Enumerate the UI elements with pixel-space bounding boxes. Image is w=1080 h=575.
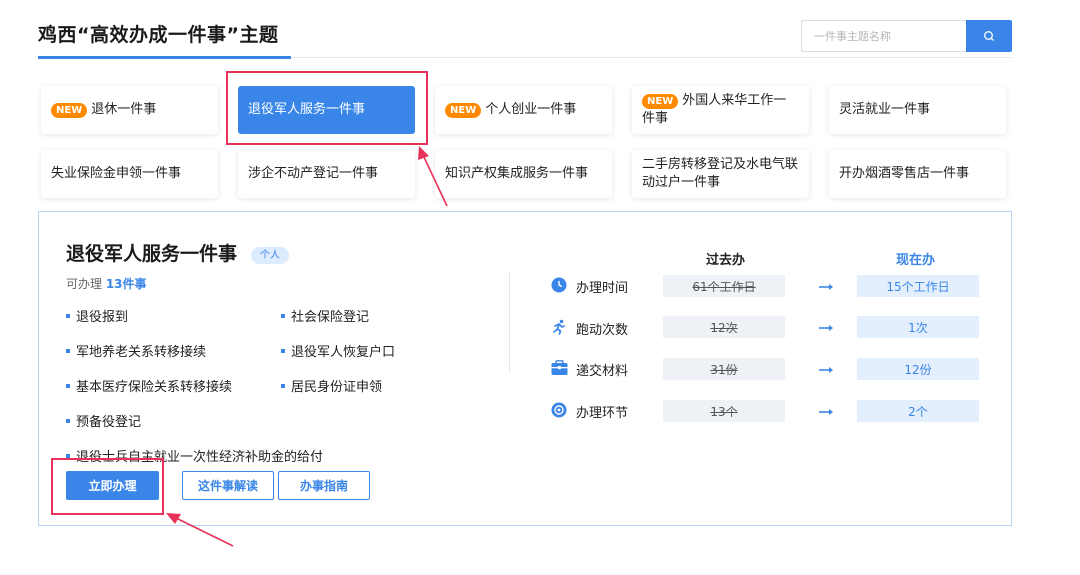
past-value: 61个工作日 xyxy=(663,275,785,297)
now-value: 12份 xyxy=(857,358,979,380)
tile-label: 开办烟酒零售店一件事 xyxy=(839,166,970,181)
title-underline-accent xyxy=(38,56,291,59)
tile-tobacco-shop[interactable]: 开办烟酒零售店一件事 xyxy=(829,150,1006,198)
list-item[interactable]: 退役报到 xyxy=(66,306,128,325)
past-value: 12次 xyxy=(663,316,785,338)
list-item[interactable]: 退役军人恢复户口 xyxy=(281,341,395,360)
compare-label: 跑动次数 xyxy=(576,323,629,338)
bullet-icon xyxy=(281,348,285,353)
detail-title: 退役军人服务一件事 xyxy=(66,243,238,265)
now-value: 2个 xyxy=(857,400,979,422)
item-count: 可办理 13件事 xyxy=(66,277,147,291)
now-header: 现在办 xyxy=(896,253,936,268)
new-badge: NEW xyxy=(445,102,482,118)
arrow-right-icon xyxy=(819,325,833,331)
arrow-right-icon xyxy=(819,284,833,290)
now-value: 1次 xyxy=(857,316,979,338)
steps-icon xyxy=(550,401,568,419)
folder-icon xyxy=(550,359,568,377)
tile-label: 灵活就业一件事 xyxy=(839,102,931,117)
theme-grid: NEW 退休一件事 退役军人服务一件事 NEW 个人创业一件事 NEW 外国人来华工作… xyxy=(41,86,1007,198)
tile-entrepreneurship[interactable]: NEW 个人创业一件事 xyxy=(435,86,612,134)
column-divider xyxy=(509,272,510,372)
search-input[interactable] xyxy=(801,20,966,52)
search-box xyxy=(801,20,1012,52)
page-title: 鸡西“高效办成一件事”主题 xyxy=(38,24,279,46)
arrow-right-icon xyxy=(819,367,833,373)
now-value: 15个工作日 xyxy=(857,275,979,297)
past-value: 13个 xyxy=(663,400,785,422)
bullet-icon xyxy=(66,313,70,318)
new-badge: NEW xyxy=(642,94,679,109)
compare-label: 办理时间 xyxy=(576,281,629,296)
bullet-icon xyxy=(66,418,70,423)
tile-label: 个人创业一件事 xyxy=(485,102,577,117)
tile-unemployment-insurance[interactable]: 失业保险金申领一件事 xyxy=(41,150,218,198)
tile-house-transfer[interactable]: 二手房转移登记及水电气联动过户一件事 xyxy=(632,150,809,198)
tile-label: NEW 外国人来华工作一件事 xyxy=(642,93,787,126)
list-item[interactable]: 居民身份证申领 xyxy=(281,376,382,395)
tile-label: 二手房转移登记及水电气联动过户一件事 xyxy=(642,157,799,190)
tile-label: 知识产权集成服务一件事 xyxy=(445,166,589,181)
compare-label: 办理环节 xyxy=(576,406,629,421)
search-button[interactable] xyxy=(966,20,1012,52)
tile-retirement[interactable]: NEW 退休一件事 xyxy=(41,86,218,134)
guide-button[interactable]: 办事指南 xyxy=(278,471,370,500)
bullet-icon xyxy=(66,453,70,458)
search-icon xyxy=(984,31,994,41)
tile-label: 退休一件事 xyxy=(91,102,157,117)
tile-foreign-work[interactable]: NEW 外国人来华工作一件事 xyxy=(632,86,809,134)
compare-label: 递交材料 xyxy=(576,364,629,379)
tile-ip-service[interactable]: 知识产权集成服务一件事 xyxy=(435,150,612,198)
list-item[interactable]: 军地养老关系转移接续 xyxy=(66,341,206,360)
highlight-box-apply-button xyxy=(51,458,164,515)
new-badge: NEW xyxy=(51,102,88,118)
past-value: 31份 xyxy=(663,358,785,380)
list-item[interactable]: 社会保险登记 xyxy=(281,306,369,325)
detail-panel: 退役军人服务一件事 个人 可办理 13件事 退役报到 社会保险登记 军地养老关系… xyxy=(38,211,1012,526)
list-item[interactable]: 预备役登记 xyxy=(66,411,141,430)
interpret-button[interactable]: 这件事解读 xyxy=(182,471,274,500)
clock-icon xyxy=(550,276,568,294)
bullet-icon xyxy=(66,383,70,388)
highlight-box-active-tile xyxy=(226,71,428,145)
list-item[interactable]: 基本医疗保险关系转移接续 xyxy=(66,376,232,395)
tile-label: 涉企不动产登记一件事 xyxy=(248,166,379,181)
bullet-icon xyxy=(281,383,285,388)
running-icon xyxy=(550,318,568,336)
bullet-icon xyxy=(66,348,70,353)
audience-tag: 个人 xyxy=(251,247,289,264)
arrow-right-icon xyxy=(819,409,833,415)
tile-flexible-employment[interactable]: 灵活就业一件事 xyxy=(829,86,1006,134)
past-header: 过去办 xyxy=(706,253,746,268)
tile-real-estate[interactable]: 涉企不动产登记一件事 xyxy=(238,150,415,198)
tile-label: 失业保险金申领一件事 xyxy=(51,166,182,181)
bullet-icon xyxy=(281,313,285,318)
